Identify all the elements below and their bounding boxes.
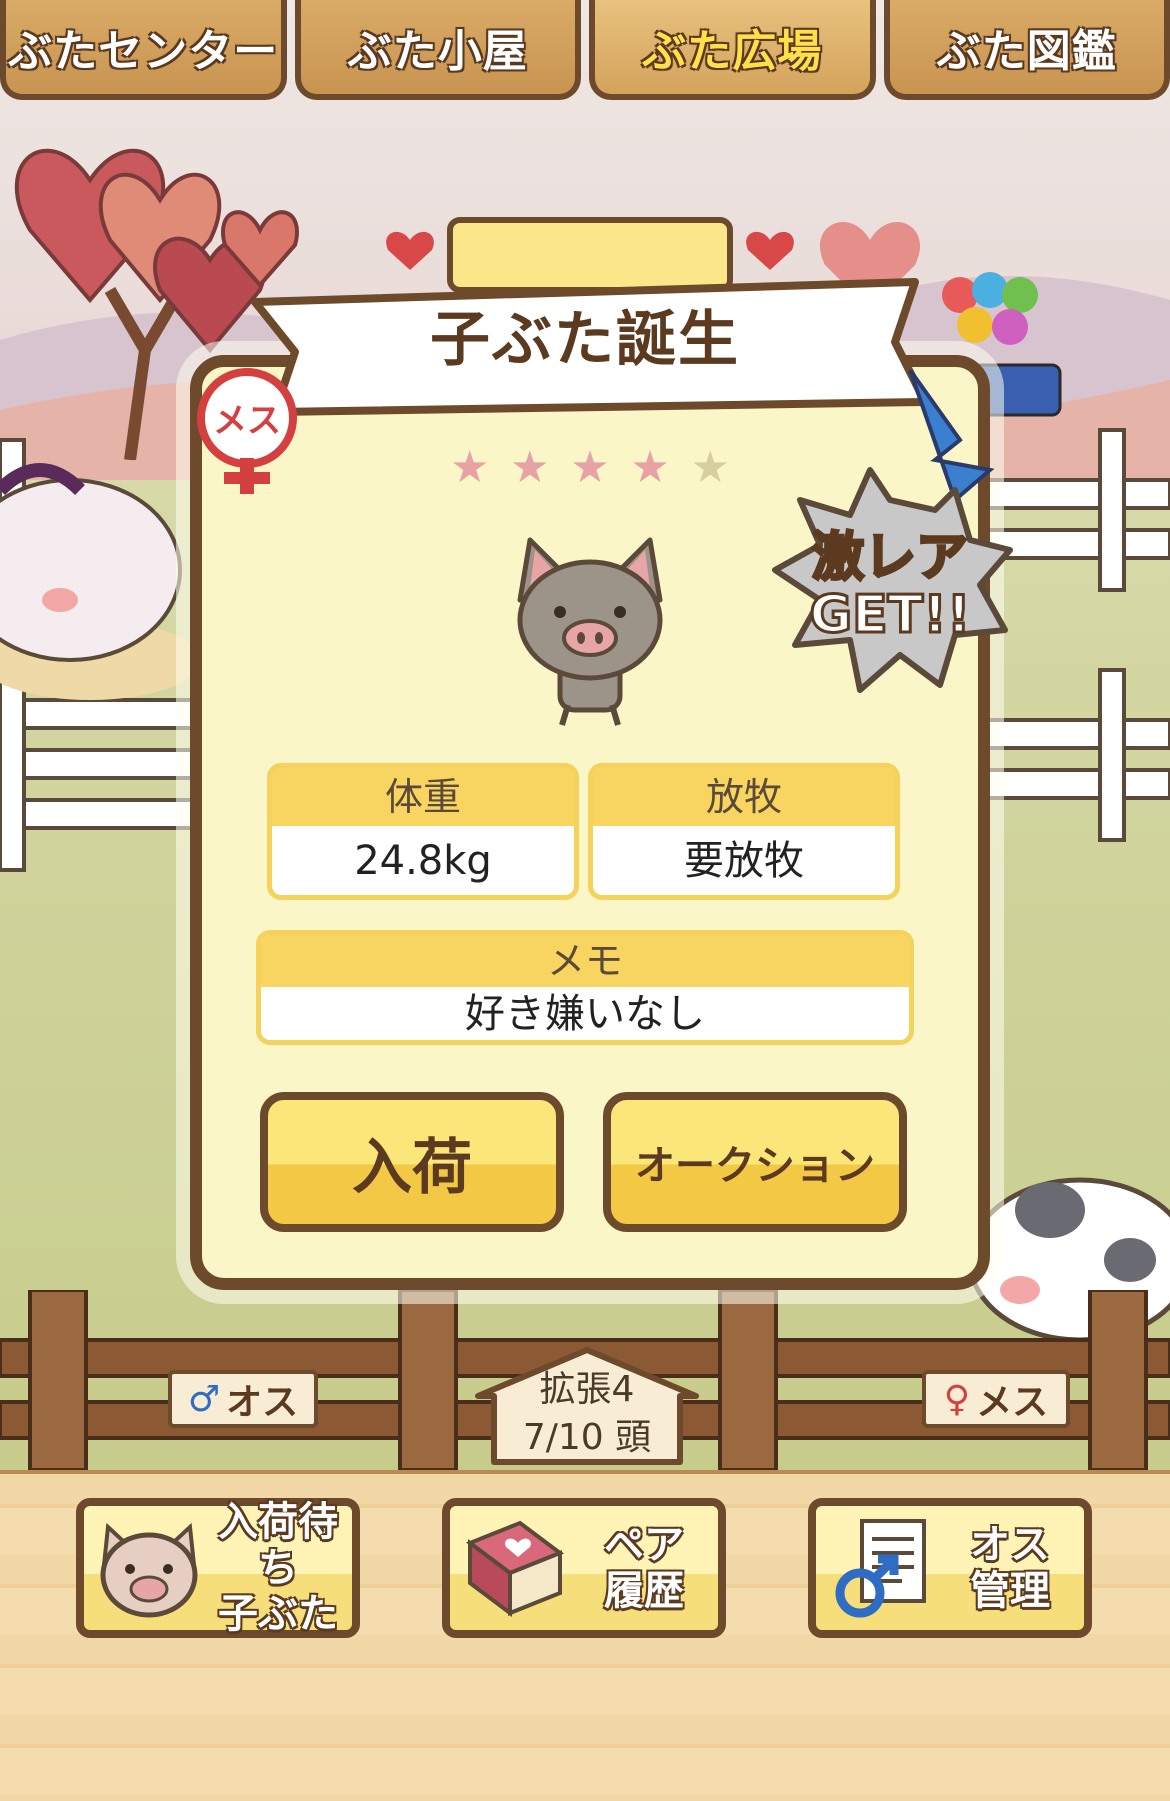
top-tab-bar: ぶたセンター ぶた小屋 ぶた広場 ぶた図鑑 (0, 0, 1170, 108)
stock-button[interactable]: 入荷 (260, 1092, 564, 1232)
male-management-label: オス 管理 (970, 1522, 1050, 1614)
male-document-icon (835, 1519, 926, 1618)
star-icon: ★ (570, 442, 610, 493)
pasture-box: 放牧 要放牧 (588, 763, 900, 900)
dialog-title: 子ぶた誕生 (430, 305, 740, 375)
tab-buta-hut[interactable]: ぶた小屋 (294, 0, 581, 100)
auction-button[interactable]: オークション (603, 1092, 907, 1232)
star-empty-icon: ★ (690, 442, 730, 493)
star-icon: ★ (450, 442, 490, 493)
weight-label: 体重 (272, 768, 574, 826)
pair-history-label: ペア 履歴 (604, 1522, 684, 1614)
rare-banner-line1: 激レア (812, 528, 968, 588)
pig-count: 7/10 頭 (522, 1417, 652, 1458)
memo-box: メモ 好き嫌いなし (256, 930, 914, 1045)
super-rare-burst: 激レア GET!! (772, 370, 1013, 693)
pasture-label: 放牧 (593, 768, 895, 826)
male-pen-sign: ♂ オス (168, 1370, 318, 1428)
pair-history-button[interactable]: ペア 履歴 (442, 1498, 726, 1638)
waiting-piglets-button[interactable]: 入荷待ち 子ぶた (76, 1498, 360, 1638)
sleeping-pig-left (0, 463, 200, 700)
female-gender-badge: メス (197, 368, 297, 494)
tab-buta-center[interactable]: ぶたセンター (0, 0, 287, 100)
tab-buta-plaza[interactable]: ぶた広場 (589, 0, 876, 100)
female-sign-label: メス (976, 1382, 1049, 1423)
weight-value: 24.8kg (354, 838, 492, 884)
rarity-stars: ★ ★ ★ ★ ★ (450, 440, 730, 496)
waiting-piglets-label: 入荷待ち 子ぶた (218, 1499, 338, 1637)
male-symbol-icon: ♂ (187, 1378, 221, 1420)
weight-box: 体重 24.8kg (267, 763, 579, 900)
piglet-icon (517, 537, 663, 726)
gender-badge-label: メス (213, 401, 281, 441)
tab-buta-encyclopedia[interactable]: ぶた図鑑 (883, 0, 1170, 100)
female-symbol-icon: ♀ (943, 1378, 971, 1420)
star-icon: ★ (630, 442, 670, 493)
male-sign-label: オス (226, 1382, 299, 1423)
pen-capacity-text: 拡張4 7/10 頭 (470, 1366, 704, 1466)
star-icon: ★ (510, 442, 550, 493)
male-management-button[interactable]: オス 管理 (808, 1498, 1092, 1638)
pasture-value: 要放牧 (684, 838, 804, 884)
female-pen-sign: ♀ メス (922, 1370, 1070, 1428)
rare-banner-line2: GET!! (809, 585, 970, 645)
memo-value: 好き嫌いなし (465, 991, 705, 1037)
expansion-level: 拡張4 (539, 1369, 635, 1410)
heart-book-icon (465, 1520, 565, 1617)
piglet-face-icon (100, 1522, 198, 1618)
memo-label: メモ (261, 935, 909, 987)
